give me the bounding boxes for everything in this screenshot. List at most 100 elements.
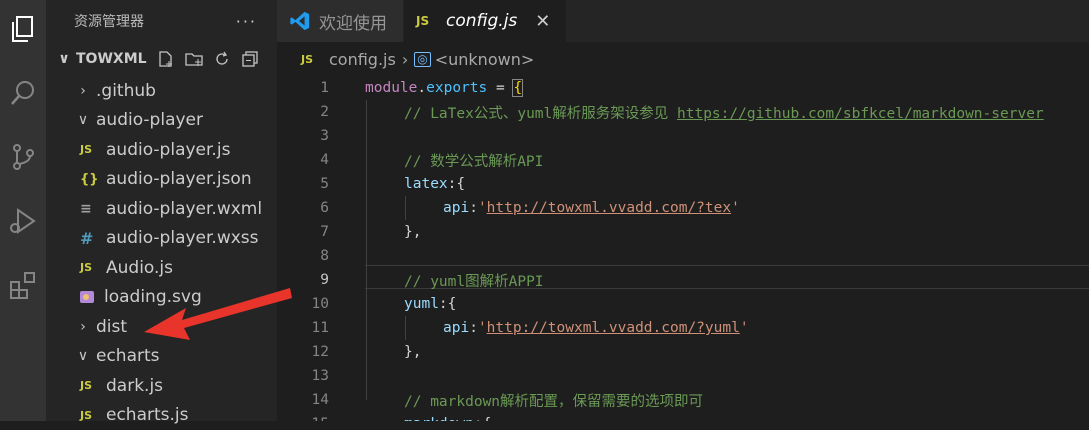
tree-folder[interactable]: ∨audio-player bbox=[46, 106, 277, 136]
workspace-section[interactable]: ∨ TOWXML bbox=[46, 42, 277, 76]
token-key: yuml bbox=[404, 296, 439, 312]
code-line: 2 // LaTex公式、yuml解析服务架设参见 https://github… bbox=[277, 100, 1089, 124]
code-line: 5 latex:{ bbox=[277, 172, 1089, 196]
code-line: 6 api:'http://towxml.vvadd.com/?tex' bbox=[277, 196, 1089, 220]
json-file-icon: {} bbox=[80, 172, 100, 187]
line-number: 4 bbox=[277, 152, 365, 168]
tab-bar: 欢迎使用 JS config.js ✕ bbox=[277, 0, 1089, 42]
tree-file[interactable]: ≡audio-player.wxml bbox=[46, 194, 277, 224]
chevron-right-icon: › bbox=[402, 50, 408, 69]
tree-item-label: dark.js bbox=[106, 376, 163, 396]
line-code: markdown:{ bbox=[365, 416, 491, 421]
line-number: 7 bbox=[277, 224, 365, 240]
tab-welcome[interactable]: 欢迎使用 bbox=[277, 0, 404, 42]
chevron-right-icon: › bbox=[74, 319, 92, 335]
code-line: 8 bbox=[277, 244, 1089, 268]
line-code: latex:{ bbox=[365, 176, 465, 192]
refresh-icon[interactable] bbox=[213, 50, 231, 68]
js-file-icon: JS bbox=[416, 14, 436, 28]
file-tree: ›.github∨audio-playerJSaudio-player.js{}… bbox=[46, 76, 277, 430]
line-number: 3 bbox=[277, 128, 365, 144]
explorer-sidebar: 资源管理器 ··· ∨ TOWXML ›.github∨audio-player… bbox=[46, 0, 277, 421]
close-icon[interactable]: ✕ bbox=[535, 11, 550, 32]
tree-file[interactable]: JS dark.js bbox=[46, 371, 277, 401]
token-operator: = bbox=[487, 80, 513, 96]
breadcrumb: JS config.js › ◎ <unknown> bbox=[277, 42, 1089, 76]
more-actions-icon[interactable]: ··· bbox=[236, 12, 257, 31]
tree-item-label: dist bbox=[96, 317, 127, 337]
token-key: api bbox=[443, 320, 469, 336]
tree-file[interactable]: JSaudio-player.js bbox=[46, 135, 277, 165]
code-line: 10 yuml:{ bbox=[277, 292, 1089, 316]
token-string: ' bbox=[731, 200, 740, 216]
tree-item-label: Audio.js bbox=[106, 258, 173, 278]
collapse-all-icon[interactable] bbox=[241, 50, 259, 68]
line-number: 15 bbox=[277, 416, 365, 421]
code-line: 13 bbox=[277, 364, 1089, 388]
explorer-title: 资源管理器 bbox=[74, 11, 144, 31]
line-number: 13 bbox=[277, 368, 365, 384]
explorer-header: 资源管理器 ··· bbox=[46, 0, 277, 42]
tree-item-label: .github bbox=[96, 81, 156, 101]
vscode-logo-icon bbox=[289, 10, 311, 32]
code-line: 15 markdown:{ bbox=[277, 412, 1089, 421]
token-keyword: module bbox=[365, 80, 417, 96]
chevron-down-icon: ∨ bbox=[74, 348, 92, 364]
token-property: exports bbox=[426, 80, 487, 96]
js-file-icon: JS bbox=[80, 409, 100, 422]
tree-file[interactable]: JSecharts.js bbox=[46, 401, 277, 430]
annotation-arrow bbox=[140, 280, 300, 350]
token-key: latex bbox=[404, 176, 448, 192]
tree-file[interactable]: #audio-player.wxss bbox=[46, 224, 277, 254]
tab-label: config.js bbox=[446, 11, 517, 31]
line-code: yuml:{ bbox=[365, 296, 456, 312]
line-code: module.exports = { bbox=[365, 80, 522, 96]
tab-config-js[interactable]: JS config.js ✕ bbox=[404, 0, 567, 42]
section-actions bbox=[157, 50, 259, 68]
token-punct: :{ bbox=[439, 296, 456, 312]
line-code: }, bbox=[365, 344, 421, 360]
token-comment: // yuml图解析APPI bbox=[404, 274, 544, 290]
code-line: 12 }, bbox=[277, 340, 1089, 364]
token-key: api bbox=[443, 200, 469, 216]
comment-link[interactable]: https://github.com/sbfkcel/markdown-serv… bbox=[677, 106, 1044, 122]
breadcrumb-symbol[interactable]: <unknown> bbox=[435, 50, 535, 69]
line-code: // LaTex公式、yuml解析服务架设参见 https://github.c… bbox=[365, 102, 1044, 123]
new-folder-icon[interactable] bbox=[185, 50, 203, 68]
tree-folder[interactable]: ›.github bbox=[46, 76, 277, 106]
code-line: 4 // 数学公式解析API bbox=[277, 148, 1089, 172]
wxml-file-icon: ≡ bbox=[80, 201, 100, 217]
new-file-icon[interactable] bbox=[157, 50, 175, 68]
token-string-link[interactable]: http://towxml.vvadd.com/?tex bbox=[487, 200, 731, 216]
chevron-right-icon: › bbox=[74, 83, 92, 99]
code-line-current: 9 // yuml图解析APPI bbox=[277, 268, 1089, 292]
source-control-icon[interactable] bbox=[6, 140, 40, 174]
tree-file[interactable]: {} audio-player.json bbox=[46, 165, 277, 195]
run-debug-icon[interactable] bbox=[6, 204, 40, 238]
tree-item-label: audio-player.json bbox=[106, 169, 252, 189]
token-punct: : bbox=[469, 320, 478, 336]
explorer-icon[interactable] bbox=[6, 12, 40, 46]
extensions-icon[interactable] bbox=[6, 268, 40, 302]
token-punct: :{ bbox=[474, 416, 491, 421]
activity-bar bbox=[0, 0, 46, 421]
line-code: // 数学公式解析API bbox=[365, 150, 543, 171]
breadcrumb-file[interactable]: config.js bbox=[329, 50, 396, 69]
js-file-icon: JS bbox=[80, 143, 100, 156]
chevron-down-icon: ∨ bbox=[74, 112, 92, 128]
line-code: api:'http://towxml.vvadd.com/?yuml' bbox=[365, 320, 749, 336]
js-file-icon: JS bbox=[80, 379, 100, 392]
code-line: 3 bbox=[277, 124, 1089, 148]
tree-file[interactable]: JS Audio.js bbox=[46, 253, 277, 283]
js-file-icon: JS bbox=[80, 261, 100, 274]
line-code: api:'http://towxml.vvadd.com/?tex' bbox=[365, 200, 740, 216]
search-icon[interactable] bbox=[6, 76, 40, 110]
symbol-icon: ◎ bbox=[414, 52, 430, 67]
code-line: 14 // markdown解析配置，保留需要的选项即可 bbox=[277, 388, 1089, 412]
token-punct: . bbox=[417, 80, 426, 96]
tree-item-label: audio-player bbox=[96, 110, 203, 130]
wxss-file-icon: # bbox=[80, 229, 100, 248]
line-number: 6 bbox=[277, 200, 365, 216]
code-editor[interactable]: 1 module.exports = { 2 // LaTex公式、yuml解析… bbox=[277, 76, 1089, 421]
token-string-link[interactable]: http://towxml.vvadd.com/?yuml bbox=[487, 320, 740, 336]
